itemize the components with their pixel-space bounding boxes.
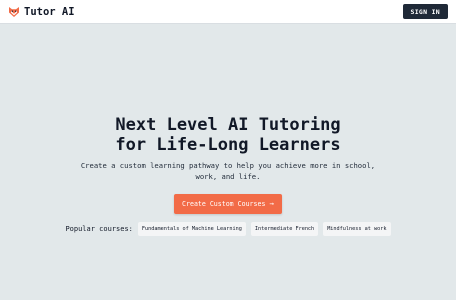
cta-label: Create Custom Courses <box>182 200 266 208</box>
hero-section: Next Level AI Tutoring for Life-Long Lea… <box>0 115 456 236</box>
popular-courses-label: Popular courses: <box>65 225 133 233</box>
hero-headline: Next Level AI Tutoring for Life-Long Lea… <box>115 115 340 155</box>
course-chip-mindfulness-at-work[interactable]: Mindfulness at work <box>323 222 391 236</box>
headline-line-2: for Life-Long Learners <box>115 135 341 155</box>
fox-logo-icon <box>9 6 19 17</box>
brand-name: Tutor AI <box>24 5 75 18</box>
brand[interactable]: Tutor AI <box>8 6 75 18</box>
top-navbar: Tutor AI SIGN IN <box>0 0 456 24</box>
sign-in-button[interactable]: SIGN IN <box>402 4 448 19</box>
arrow-right-icon: → <box>269 199 274 209</box>
hero-subtext: Create a custom learning pathway to help… <box>80 161 376 181</box>
headline-line-1: Next Level AI Tutoring <box>115 115 341 135</box>
popular-courses: Popular courses: Fundamentals of Machine… <box>65 222 391 236</box>
course-chip-machine-learning[interactable]: Fundamentals of Machine Learning <box>137 222 246 236</box>
create-custom-courses-button[interactable]: Create Custom Courses → <box>174 194 282 214</box>
course-chip-intermediate-french[interactable]: Intermediate French <box>250 222 319 236</box>
